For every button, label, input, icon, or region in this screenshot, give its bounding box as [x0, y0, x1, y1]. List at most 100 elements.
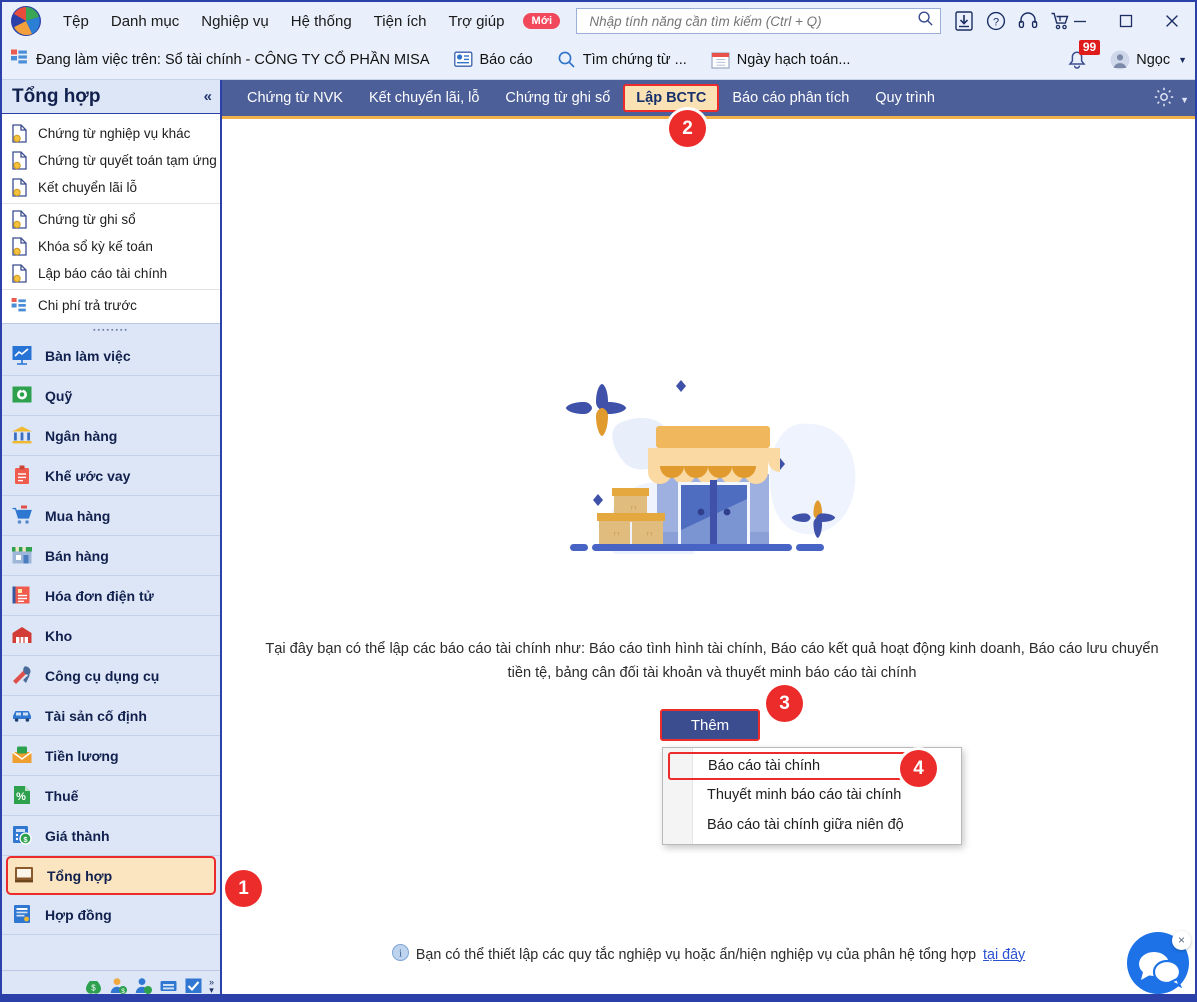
global-search-box[interactable]	[576, 8, 942, 34]
sidebar-item-label: Tiền lương	[45, 747, 119, 764]
sidebar-item-kho[interactable]: Kho	[2, 616, 220, 656]
info-icon: i	[391, 944, 409, 965]
loan-icon	[11, 464, 35, 488]
car-icon	[11, 704, 35, 728]
menu-tep[interactable]: Tệp	[52, 9, 100, 34]
sidebar-link-ket-chuyen-lai-lo[interactable]: Kết chuyển lãi lỗ	[2, 174, 220, 201]
chat-bubble-icon[interactable]: ×	[1127, 931, 1191, 994]
sidebar-link-chung-tu-ghi-so[interactable]: Chứng từ ghi sổ	[2, 206, 220, 233]
sidebar-item-ban-lam-viec[interactable]: Bàn làm việc	[2, 336, 220, 376]
accounting-date-button[interactable]: Ngày hạch toán...	[711, 51, 850, 69]
chat-close-icon[interactable]: ×	[1172, 931, 1191, 950]
user-menu[interactable]: Ngọc ▼	[1110, 50, 1187, 70]
sidebar-item-gia-thanh[interactable]: $ Giá thành	[2, 816, 220, 856]
employee-icon[interactable]	[134, 976, 153, 995]
sidebar-item-thue[interactable]: % Thuế	[2, 776, 220, 816]
tab-ket-chuyen-lai-lo[interactable]: Kết chuyển lãi, lỗ	[356, 84, 492, 112]
sidebar-link-label: Chứng từ ghi sổ	[38, 212, 136, 227]
sidebar-item-label: Khế ước vay	[45, 467, 131, 484]
sidebar-item-hop-dong[interactable]: Hợp đồng	[2, 895, 220, 935]
working-context-text: Đang làm việc trên: Sổ tài chính - CÔNG …	[36, 51, 430, 68]
new-feature-badge[interactable]: Mới	[523, 13, 561, 29]
sidebar-link-lap-bao-cao-tai-chinh[interactable]: Lập báo cáo tài chính	[2, 260, 220, 287]
sidebar-item-tai-san-co-dinh[interactable]: Tài sản cố định	[2, 696, 220, 736]
tab-chung-tu-ghi-so[interactable]: Chứng từ ghi sổ	[492, 84, 623, 112]
chevron-down-icon: ▾	[209, 984, 214, 995]
sidebar-resize-grip[interactable]: ▪▪▪▪▪▪▪▪	[2, 323, 220, 336]
chevron-double-left-icon[interactable]: «	[204, 88, 212, 105]
sidebar-link-khoa-so-ky-ke-toan[interactable]: Khóa sổ kỳ kế toán	[2, 233, 220, 260]
sidebar-link-label: Chứng từ quyết toán tạm ứng	[38, 153, 217, 168]
tab-chung-tu-nvk[interactable]: Chứng từ NVK	[234, 84, 356, 112]
sidebar-item-ngan-hang[interactable]: Ngân hàng	[2, 416, 220, 456]
sidebar-item-mua-hang[interactable]: Mua hàng	[2, 496, 220, 536]
money-bag-icon[interactable]: $	[84, 976, 103, 995]
download-icon[interactable]	[953, 10, 976, 33]
warehouse-icon	[11, 624, 35, 648]
document-icon	[11, 210, 30, 229]
document-icon	[11, 151, 30, 170]
sidebar-item-label: Tài sản cố định	[45, 707, 147, 724]
tab-lap-bctc[interactable]: Lập BCTC	[623, 84, 720, 112]
sidebar-link-chi-phi-tra-truoc[interactable]: Chi phí trả trước	[2, 292, 220, 319]
callout-badge-3: 3	[766, 685, 803, 722]
notification-bell[interactable]: 99	[1062, 39, 1101, 75]
menu-tro-giup[interactable]: Trợ giúp	[437, 9, 515, 34]
gear-icon[interactable]	[1153, 86, 1175, 113]
sidebar-item-quy[interactable]: Quỹ	[2, 376, 220, 416]
svg-text:↑↑: ↑↑	[646, 531, 653, 538]
sidebar: Tổng hợp « Chứng từ nghiệp vụ khác Chứng…	[2, 80, 222, 1000]
page-description: Tại đây bạn có thể lập các báo cáo tài c…	[265, 641, 1159, 681]
help-circle-icon[interactable]: ?	[985, 10, 1008, 33]
sidebar-links-panel: Chứng từ nghiệp vụ khác Chứng từ quyết t…	[2, 114, 220, 323]
contract-icon	[11, 903, 35, 927]
menu-nghiep-vu[interactable]: Nghiệp vụ	[190, 9, 280, 34]
chevron-down-icon[interactable]: ▼	[1180, 95, 1189, 105]
sidebar-item-khe-uoc-vay[interactable]: Khế ước vay	[2, 456, 220, 496]
ledger-icon	[13, 864, 37, 888]
sidebar-link-chung-tu-nghiep-vu-khac[interactable]: Chứng từ nghiệp vụ khác	[2, 120, 220, 147]
footnote-link[interactable]: tại đây	[983, 947, 1025, 963]
search-input[interactable]	[587, 12, 918, 30]
sidebar-item-cong-cu-dung-cu[interactable]: Công cụ dụng cụ	[2, 656, 220, 696]
main-menubar: Tệp Danh mục Nghiệp vụ Hệ thống Tiện ích…	[52, 9, 561, 34]
menu-tien-ich[interactable]: Tiện ích	[363, 9, 438, 34]
inbox-icon[interactable]	[159, 976, 178, 995]
sidebar-modules: Bàn làm việc Quỹ Ngân hàng Khế ước vay M…	[2, 336, 220, 935]
menu-danh-muc[interactable]: Danh mục	[100, 9, 190, 34]
close-icon[interactable]	[1149, 2, 1195, 40]
sidebar-item-tong-hop[interactable]: Tổng hợp	[6, 856, 216, 895]
sidebar-item-hoa-don-dien-tu[interactable]: Hóa đơn điện tử	[2, 576, 220, 616]
tabstrip-settings[interactable]: ▼	[1153, 86, 1189, 113]
maximize-icon[interactable]	[1103, 2, 1149, 40]
more-icons-chevron[interactable]: » ▾	[209, 977, 214, 995]
sidebar-group-2: Chứng từ ghi sổ Khóa sổ kỳ kế toán Lập b…	[2, 203, 220, 289]
sidebar-link-label: Lập báo cáo tài chính	[38, 266, 168, 281]
sidebar-link-chung-tu-quyet-toan-tam-ung[interactable]: Chứng từ quyết toán tạm ứng	[2, 147, 220, 174]
document-icon	[11, 124, 30, 143]
sidebar-item-label: Ngân hàng	[45, 427, 118, 444]
dropdown-item-bao-cao-tai-chinh[interactable]: Báo cáo tài chính	[668, 752, 916, 780]
search-icon[interactable]	[917, 10, 934, 32]
tab-quy-trinh[interactable]: Quy trình	[862, 84, 948, 112]
storefront-illustration: ↑↑ ↑↑ ↑↑	[544, 364, 874, 589]
sidebar-item-tien-luong[interactable]: Tiền lương	[2, 736, 220, 776]
sidebar-group-3: Chi phí trả trước	[2, 289, 220, 321]
checkbox-icon[interactable]	[184, 976, 203, 995]
add-button[interactable]: Thêm	[660, 709, 760, 741]
report-button[interactable]: Báo cáo	[453, 51, 533, 68]
sidebar-item-label: Hợp đồng	[45, 906, 112, 923]
menu-he-thong[interactable]: Hệ thống	[280, 9, 363, 34]
find-voucher-button[interactable]: Tìm chứng từ ...	[557, 50, 687, 69]
sidebar-link-label: Chứng từ nghiệp vụ khác	[38, 126, 191, 141]
find-voucher-label: Tìm chứng từ ...	[582, 51, 687, 68]
user-name: Ngọc	[1136, 51, 1171, 68]
minimize-icon[interactable]	[1057, 2, 1103, 40]
customer-icon[interactable]: $	[109, 976, 128, 995]
headset-icon[interactable]	[1017, 10, 1040, 33]
tab-bao-cao-phan-tich[interactable]: Báo cáo phân tích	[719, 84, 862, 112]
sidebar-item-ban-hang[interactable]: Bán hàng	[2, 536, 220, 576]
search-icon	[557, 50, 576, 69]
chevron-down-icon[interactable]: ▼	[1178, 55, 1187, 65]
dropdown-item-bctc-giua-nien-do[interactable]: Báo cáo tài chính giữa niên độ	[663, 810, 961, 840]
